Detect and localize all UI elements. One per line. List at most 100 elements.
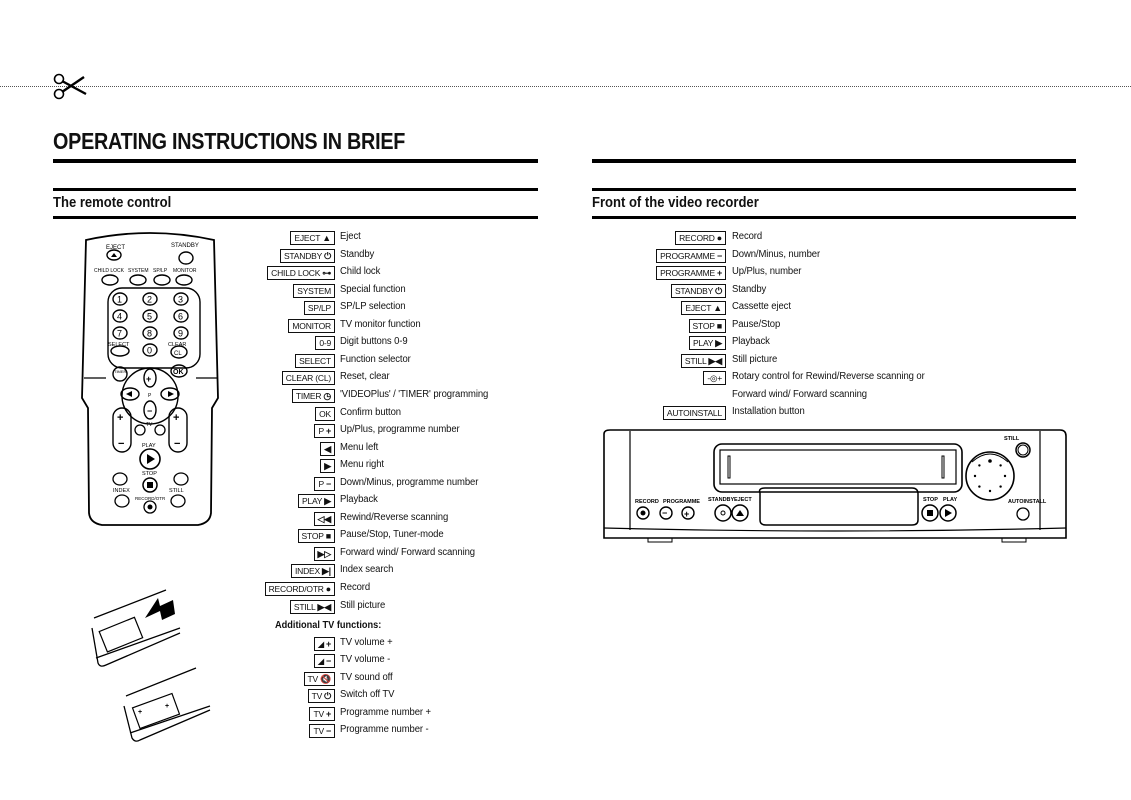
play-icon: ▶	[324, 496, 331, 507]
eject-icon: ▲	[322, 233, 331, 243]
key-description: Child lock	[340, 266, 381, 278]
svg-text:−: −	[147, 406, 152, 416]
key-label: STANDBY ⏻	[670, 283, 726, 298]
key-description: TV volume -	[340, 654, 391, 666]
key-icon: ⊶	[322, 268, 331, 279]
key-label: TIMER ◷	[291, 388, 335, 403]
key-label: ▶▷	[313, 546, 335, 561]
key-text: PLAY	[692, 338, 714, 348]
child-lock-label: CHILD LOCK	[94, 268, 125, 274]
index-icon: ▶|	[321, 566, 331, 577]
key-label: RECORD ●	[675, 231, 726, 245]
key-description: Still picture	[732, 353, 778, 365]
digit-label: 4	[117, 312, 122, 322]
stop-icon	[927, 510, 933, 516]
minus-icon: −	[325, 726, 331, 736]
key-label: ▶	[320, 459, 335, 474]
key-description: 'VIDEOPlus' / 'TIMER' programming	[340, 388, 489, 400]
minus-icon: −	[325, 478, 331, 489]
key-label: PLAY ▶	[297, 494, 335, 509]
digit-label: 7	[117, 329, 122, 339]
key-description: Programme number +	[340, 706, 431, 718]
svg-text:+: +	[146, 374, 151, 384]
key-text: MONITOR	[292, 320, 331, 331]
key-description: Eject	[340, 231, 361, 242]
key-label: CLEAR (CL)	[281, 371, 335, 386]
key-text: OK	[319, 408, 331, 419]
fast-forward-icon: ▶▷	[317, 548, 332, 559]
key-text: STILL	[293, 601, 316, 612]
key-description: Forward wind/ Forward scanning	[340, 546, 475, 558]
key-text: TV	[313, 726, 324, 736]
key-description: TV volume +	[340, 637, 393, 648]
key-description: Playback	[340, 494, 378, 506]
svg-text:+: +	[138, 709, 142, 716]
key-text: TV	[307, 673, 319, 684]
section-rule-top	[53, 188, 538, 191]
rotary-marker	[999, 485, 1002, 488]
index-label: INDEX	[113, 488, 130, 494]
key-description: Pause/Stop	[732, 318, 781, 330]
record-icon	[640, 510, 646, 516]
key-description: Reset, clear	[340, 371, 390, 383]
key-label: STOP ■	[297, 529, 335, 544]
svg-text:+: +	[173, 412, 179, 424]
sp-lp-label: SP/LP	[153, 268, 168, 274]
key-text: -◎+	[707, 373, 722, 383]
key-description: Forward wind/ Forward scanning	[732, 388, 867, 400]
key-label: ◁◀	[313, 511, 335, 526]
digit-label: 3	[178, 295, 183, 305]
still-label: STILL	[1004, 436, 1020, 442]
key-text: CLEAR (CL)	[285, 373, 331, 384]
key-label: ◢ −	[313, 654, 335, 669]
key-text: RECORD/OTR	[268, 584, 324, 594]
digit-label: 8	[147, 329, 152, 339]
key-description: Pause/Stop, Tuner-mode	[340, 529, 444, 541]
key-description: TV sound off	[340, 671, 393, 683]
key-description: Standby	[732, 283, 767, 295]
key-description: Digit buttons 0-9	[340, 336, 408, 348]
key-description: Cassette eject	[732, 301, 791, 312]
key-text: STANDBY	[283, 250, 323, 261]
rotary-marker	[999, 464, 1002, 467]
monitor-label: MONITOR	[173, 268, 197, 274]
title-rule-left	[53, 159, 538, 163]
arrow-right-icon: ▶	[324, 461, 331, 472]
key-description: SP/LP selection	[340, 301, 406, 313]
power-icon: ⏻	[324, 250, 331, 261]
key-label: TV +	[309, 706, 335, 721]
key-text: PROGRAMME	[660, 250, 715, 261]
autoinstall-label: AUTOINSTALL	[1008, 499, 1047, 505]
arrow-left-icon: ◀	[324, 443, 331, 454]
key-description: Menu right	[340, 459, 384, 471]
record-icon	[147, 504, 153, 510]
plus-icon: +	[325, 426, 331, 437]
key-label: PROGRAMME −	[656, 248, 726, 263]
key-label: -◎+	[703, 371, 726, 385]
key-description: Down/Minus, number	[732, 248, 821, 260]
key-description: Down/Minus, programme number	[340, 476, 479, 488]
cut-line	[0, 86, 1131, 87]
key-text: STOP	[692, 320, 715, 331]
key-label: P −	[314, 476, 335, 491]
key-text: ◢	[317, 656, 325, 667]
key-label: STILL ▶◀	[680, 353, 726, 368]
cl-label: CL	[174, 351, 182, 357]
key-label: PROGRAMME +	[656, 266, 726, 280]
still-label: STILL	[169, 488, 184, 494]
key-text: STOP	[301, 531, 324, 542]
power-icon: ⏻	[324, 691, 331, 702]
still-icon: ▶◀	[317, 601, 332, 612]
key-text: ◢	[317, 639, 325, 649]
svg-text:−: −	[174, 438, 180, 450]
rotary-marker	[988, 459, 992, 463]
rotary-marker	[1003, 474, 1007, 478]
record-label: RECORD	[635, 499, 659, 505]
slide-arrow-icon	[145, 598, 175, 620]
key-text: PROGRAMME	[660, 268, 715, 278]
rewind-icon: ◁◀	[317, 513, 332, 524]
key-description: Programme number -	[340, 724, 429, 735]
key-description: Standby	[340, 248, 375, 260]
volume-down-icon: −	[325, 656, 331, 667]
section-rule-bottom	[53, 216, 538, 219]
